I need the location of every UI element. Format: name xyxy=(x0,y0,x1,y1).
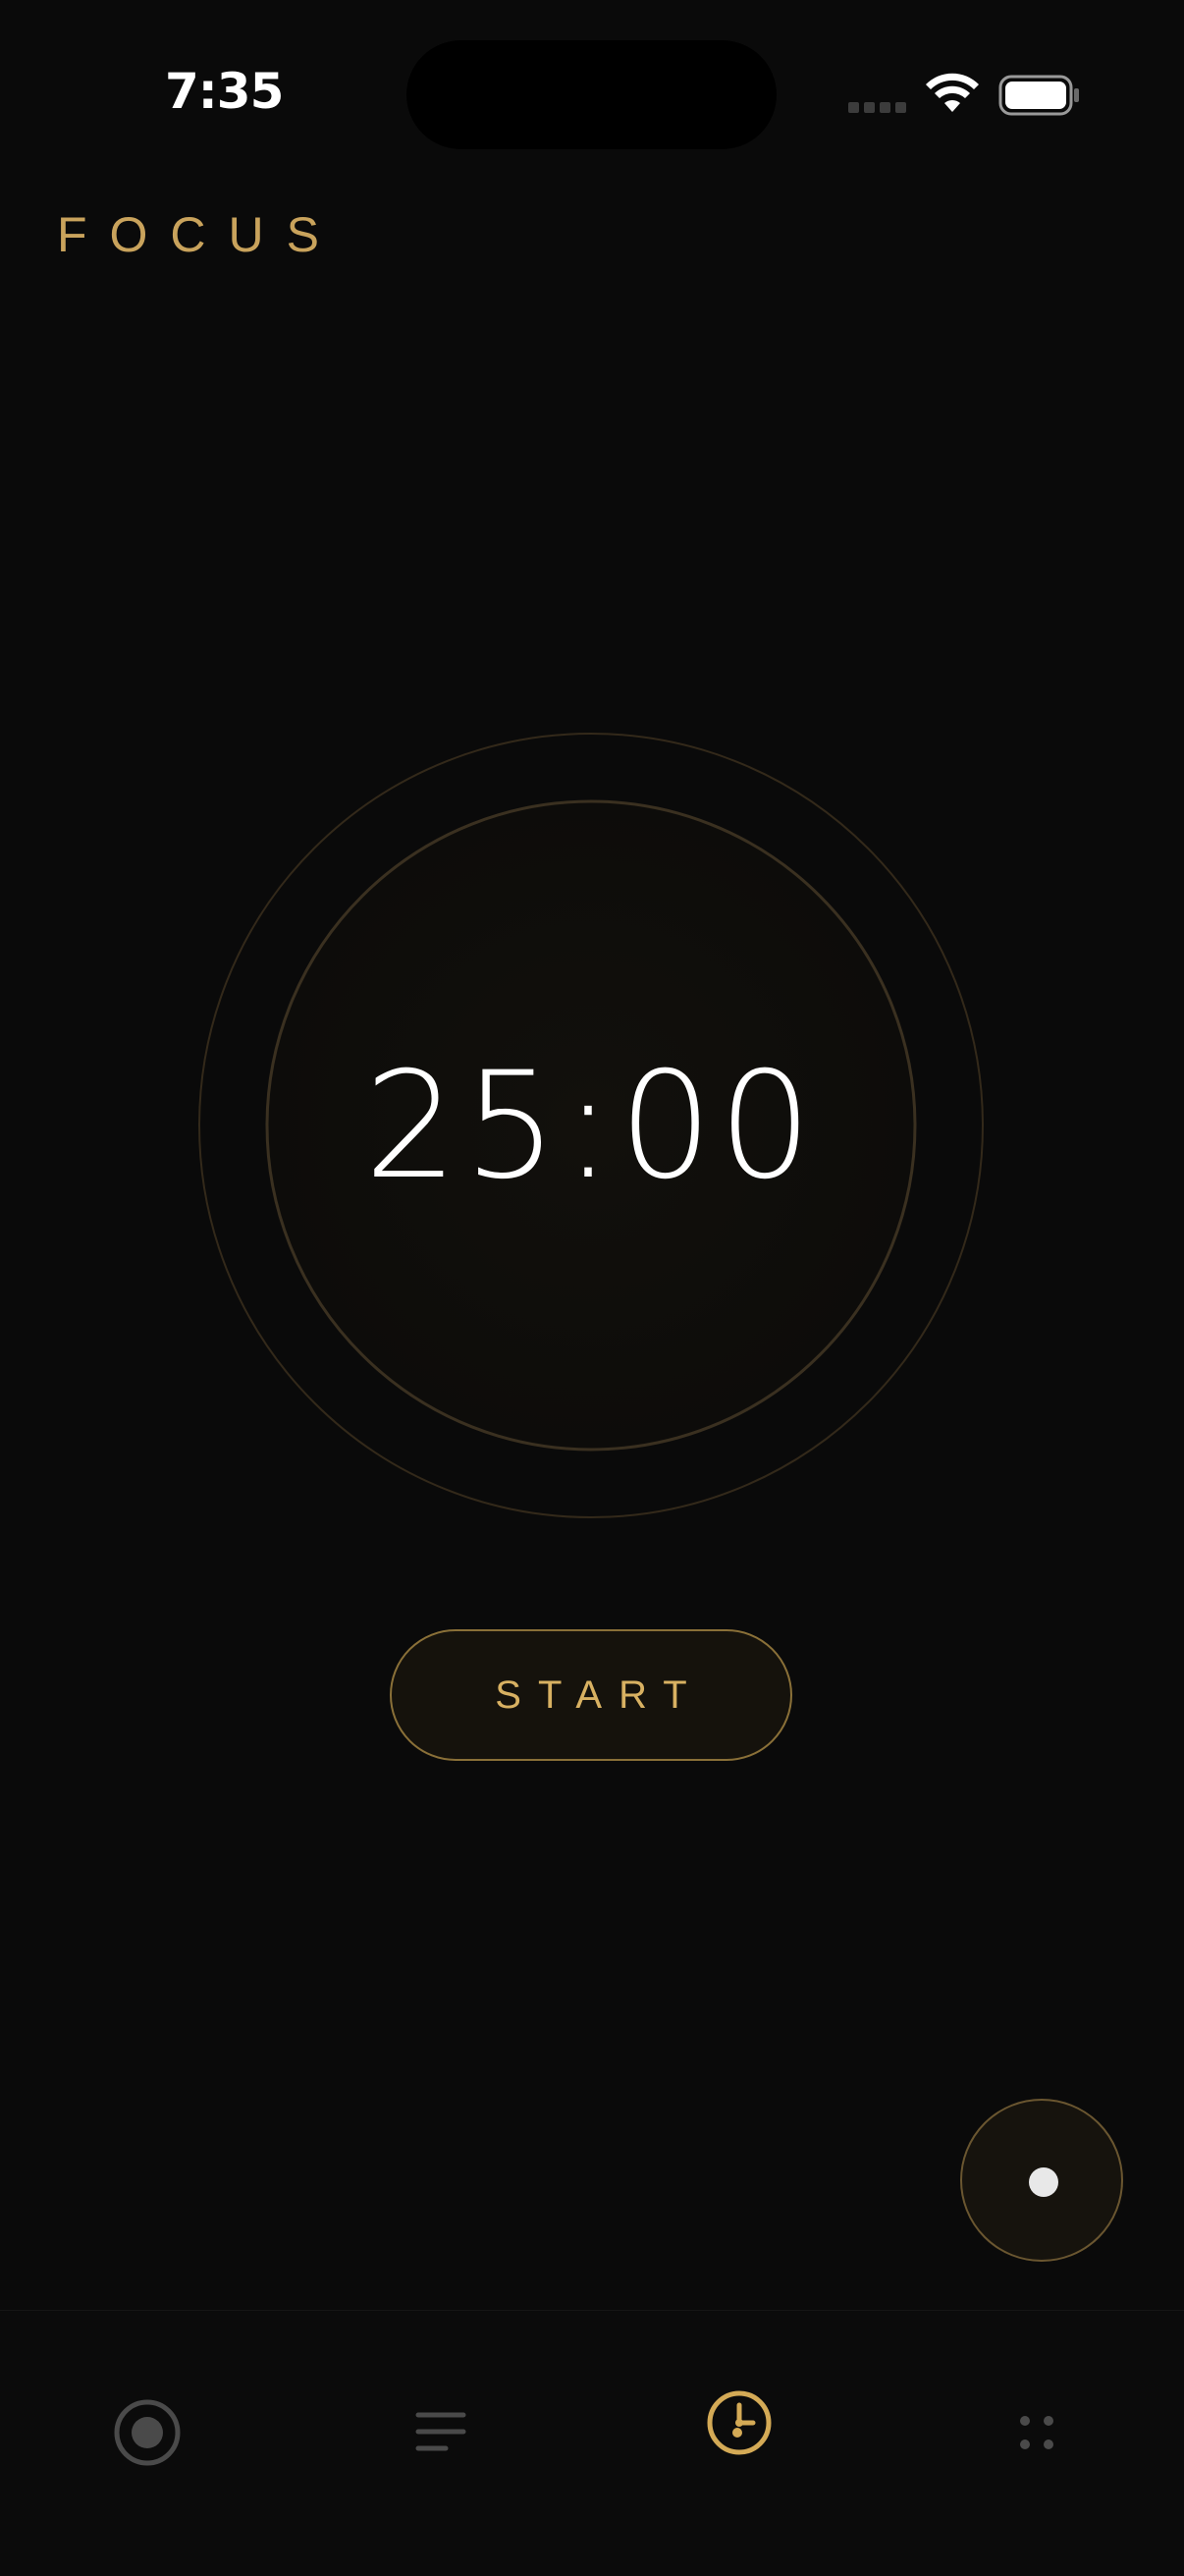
signal-icon xyxy=(848,102,906,113)
page-title: FOCUS xyxy=(57,207,342,262)
record-icon xyxy=(114,2399,181,2466)
start-button[interactable]: START xyxy=(390,1629,792,1761)
dynamic-island xyxy=(406,40,777,149)
floating-record-button[interactable] xyxy=(960,2099,1123,2262)
tab-bar xyxy=(0,2310,1184,2576)
tab-timer[interactable] xyxy=(680,2350,798,2468)
active-tab-indicator xyxy=(732,2428,742,2438)
list-icon xyxy=(415,2412,466,2451)
battery-icon xyxy=(998,75,1079,116)
clock-icon xyxy=(707,2390,772,2455)
tab-record[interactable] xyxy=(88,2350,206,2468)
wifi-icon xyxy=(926,73,979,112)
tab-more[interactable] xyxy=(978,2350,1096,2468)
tab-list[interactable] xyxy=(381,2350,499,2468)
grid-dots-icon xyxy=(1020,2416,1053,2449)
record-dot-icon xyxy=(1029,2167,1058,2197)
start-button-label: START xyxy=(495,1672,704,1717)
status-time: 7:35 xyxy=(165,63,284,120)
timer-display: 25:00 xyxy=(363,1041,819,1212)
